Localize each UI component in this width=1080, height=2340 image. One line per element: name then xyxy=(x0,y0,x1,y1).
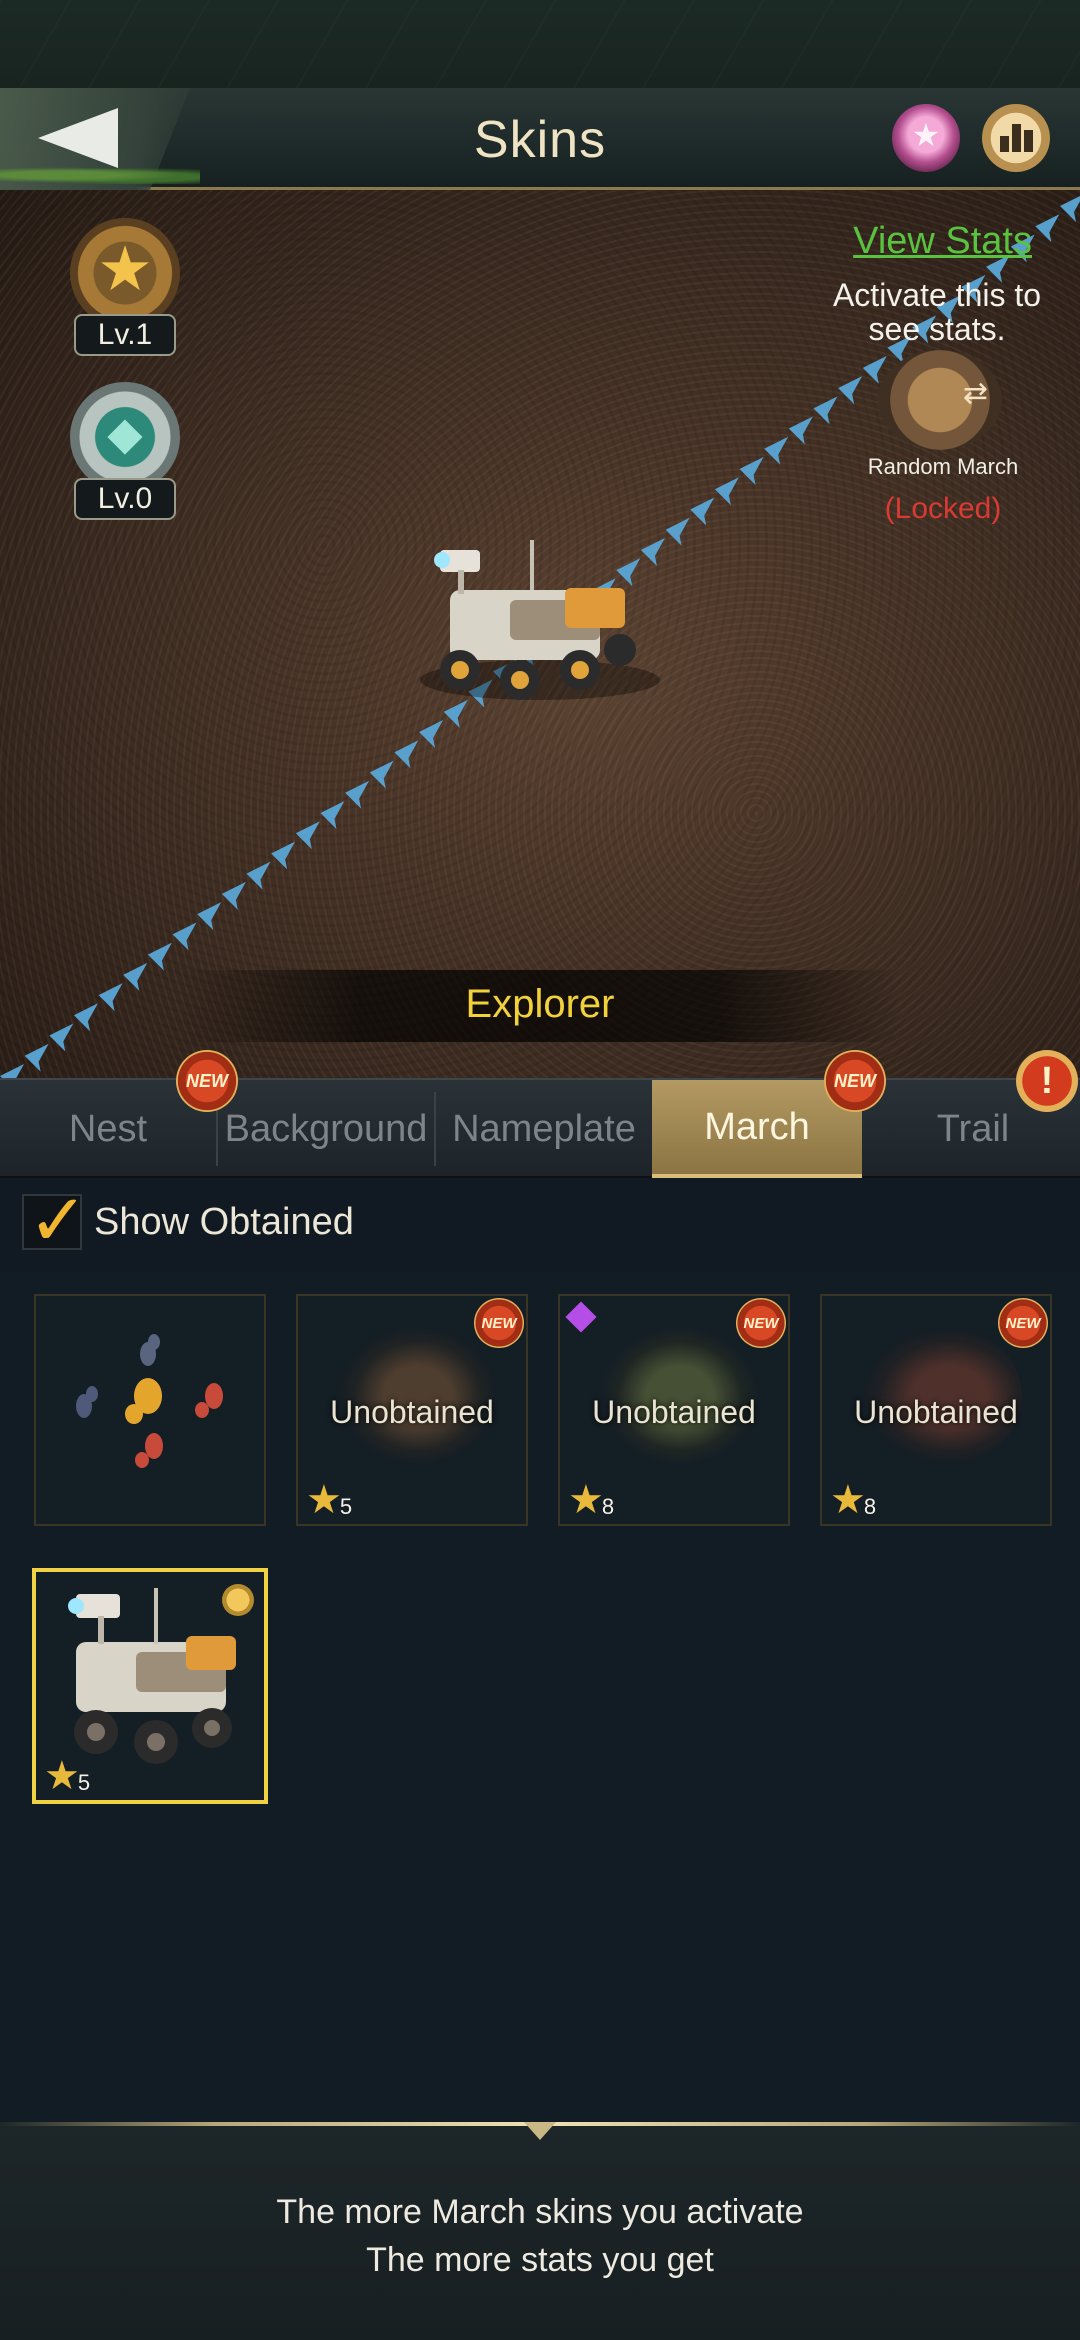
trail-chevron xyxy=(1060,196,1080,222)
unobtained-label: Unobtained xyxy=(592,1394,756,1430)
activate-hint: Activate this to see stats. xyxy=(832,277,1042,347)
show-obtained-checkbox[interactable] xyxy=(22,1178,88,1262)
show-obtained-label: Show Obtained xyxy=(94,1200,354,1243)
star-count: ★ 8 xyxy=(568,1480,614,1520)
trail-chevron xyxy=(1035,214,1060,243)
star-count: ★ 5 xyxy=(44,1756,90,1796)
tab-background[interactable]: Background xyxy=(218,1080,434,1178)
gem-icon[interactable] xyxy=(892,104,960,172)
trail-chevron xyxy=(690,497,715,526)
skins-grid: Unobtained ★ 5 NEW Unobtained ★ 8 NEW Unob… xyxy=(0,1272,1080,2122)
trail-chevron xyxy=(838,376,863,405)
ranking-icon[interactable] xyxy=(982,104,1050,172)
gem-icon xyxy=(565,1301,597,1333)
trail-chevron xyxy=(147,942,172,971)
header-bar: Skins xyxy=(0,88,1080,190)
star-icon: ★ xyxy=(830,1478,866,1522)
trail-chevron xyxy=(345,780,370,809)
unobtained-label: Unobtained xyxy=(330,1394,494,1430)
skin-card-wasp[interactable]: Unobtained ★ 8 NEW xyxy=(558,1294,790,1526)
coin-icon xyxy=(222,1584,254,1616)
view-stats-link[interactable]: View Stats xyxy=(853,220,1032,263)
trail-chevron xyxy=(197,902,222,931)
footer-text: The more March skins you activate The mo… xyxy=(0,2188,1080,2284)
trail-chevron xyxy=(295,821,320,850)
skin-card-explorer[interactable]: ★ 5 xyxy=(32,1568,268,1804)
footer-notch xyxy=(524,2122,556,2144)
tab-label: March xyxy=(704,1105,810,1148)
footer-line-2: The more stats you get xyxy=(366,2241,714,2279)
top-decor-strip xyxy=(0,0,1080,88)
skin-name-bar: Explorer xyxy=(180,970,900,1042)
skin-card-spider[interactable]: Unobtained ★ 5 NEW xyxy=(296,1294,528,1526)
skin-card-beetle[interactable]: Unobtained ★ 8 NEW xyxy=(820,1294,1052,1526)
star-value: 8 xyxy=(601,1494,615,1519)
trail-chevron xyxy=(98,983,123,1012)
footer-line-1: The more March skins you activate xyxy=(276,2193,804,2231)
trail-chevron xyxy=(419,720,444,749)
trail-chevron xyxy=(788,416,813,445)
alert-badge: ! xyxy=(1016,1050,1078,1112)
star-icon: ★ xyxy=(44,1754,80,1798)
star-count: ★ 5 xyxy=(306,1480,352,1520)
skin-preview: Lv.1 Lv.0 View Stats Activate this to se… xyxy=(0,190,1080,1080)
footer-info: The more March skins you activate The mo… xyxy=(0,2122,1080,2340)
level-badge-star[interactable]: Lv.1 xyxy=(50,218,200,356)
leaf-medal-icon xyxy=(70,382,180,492)
star-icon: ★ xyxy=(568,1478,604,1522)
random-march-label: Random March xyxy=(867,454,1019,479)
star-value: 5 xyxy=(339,1494,353,1519)
star-medal-icon xyxy=(70,218,180,328)
trail-chevron xyxy=(739,457,764,486)
trail-chevron xyxy=(172,922,197,951)
level-badge-leaf[interactable]: Lv.0 xyxy=(50,382,200,520)
trail-chevron xyxy=(369,760,394,789)
random-march-icon[interactable] xyxy=(878,350,1002,450)
trail-chevron xyxy=(764,436,789,465)
skin-name: Explorer xyxy=(465,982,615,1026)
ants-icon xyxy=(76,1334,223,1468)
star-value: 8 xyxy=(863,1494,877,1519)
trail-chevron xyxy=(394,740,419,769)
trail-chevron xyxy=(714,477,739,506)
star-value: 5 xyxy=(77,1770,91,1795)
tab-label: Background xyxy=(224,1107,428,1150)
new-badge: NEW xyxy=(474,1298,524,1348)
tab-nameplate[interactable]: Nameplate xyxy=(436,1080,652,1178)
trail-chevron xyxy=(246,861,271,890)
trail-chevron xyxy=(221,881,246,910)
rover-model xyxy=(420,540,660,700)
tab-label: Nest xyxy=(68,1107,148,1150)
skin-category-tabs: Nest Background Nameplate March Trail NE… xyxy=(0,1050,1080,1178)
trail-chevron xyxy=(271,841,296,870)
new-badge: NEW xyxy=(824,1050,886,1112)
skin-card-ants[interactable] xyxy=(34,1294,266,1526)
show-obtained-filter[interactable]: Show Obtained xyxy=(22,1178,354,1262)
trail-chevron xyxy=(73,1003,98,1032)
locked-label: (Locked) xyxy=(884,492,1002,525)
new-badge: NEW xyxy=(736,1298,786,1348)
trail-chevron xyxy=(320,800,345,829)
star-icon: ★ xyxy=(306,1478,342,1522)
star-count: ★ 8 xyxy=(830,1480,876,1520)
trail-chevron xyxy=(813,396,838,425)
trail-chevron xyxy=(24,1043,49,1072)
level-tag: Lv.1 xyxy=(73,314,177,356)
new-badge: NEW xyxy=(998,1298,1048,1348)
tab-label: Nameplate xyxy=(452,1107,636,1150)
trail-chevron xyxy=(665,517,690,546)
tab-label: Trail xyxy=(936,1107,1010,1150)
trail-chevron xyxy=(49,1023,74,1052)
trail-chevron xyxy=(123,962,148,991)
level-tag: Lv.0 xyxy=(73,478,177,520)
new-badge: NEW xyxy=(176,1050,238,1112)
unobtained-label: Unobtained xyxy=(854,1394,1018,1430)
